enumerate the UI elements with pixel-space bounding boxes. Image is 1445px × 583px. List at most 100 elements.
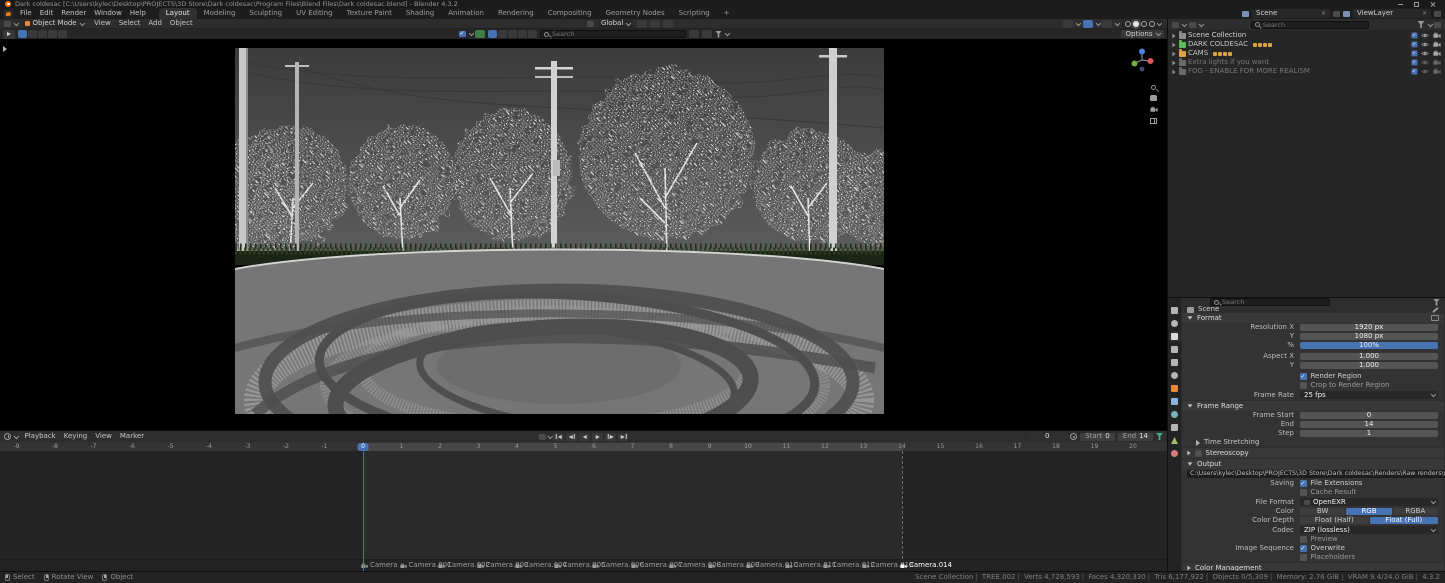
viewport-menu-item[interactable]: Object <box>166 20 197 27</box>
frame-step-field[interactable]: 1 <box>1300 430 1438 438</box>
output-path-field[interactable]: C:\Users\kylec\Desktop\PROJECTS\3D Store… <box>1187 470 1445 478</box>
tool-icon[interactable] <box>1432 306 1439 312</box>
shading-wireframe-icon[interactable] <box>1125 21 1131 27</box>
addon-mode-4-icon[interactable] <box>518 30 527 38</box>
viewport-3d[interactable] <box>0 39 1167 430</box>
playhead[interactable] <box>363 442 364 571</box>
color-depth-option[interactable]: Float (Half) <box>1300 517 1369 525</box>
shading-solid-icon[interactable] <box>1133 21 1139 27</box>
render-camera-icon[interactable] <box>1433 32 1441 39</box>
expand-icon[interactable] <box>1172 60 1175 65</box>
perspective-toggle-icon[interactable] <box>1150 118 1157 124</box>
hide-eye-icon[interactable] <box>1421 32 1429 39</box>
overlay-filter-icon[interactable] <box>702 30 712 38</box>
timeline-menu-item[interactable]: Playback <box>21 433 60 440</box>
outliner-filter-icon[interactable] <box>1418 21 1425 28</box>
color-mode-option[interactable]: BW <box>1300 508 1345 516</box>
resolution-x-field[interactable]: 1920 px <box>1300 324 1438 332</box>
render-camera-icon[interactable] <box>1433 59 1441 66</box>
object-tab[interactable] <box>1169 383 1181 394</box>
view-layer-tab[interactable] <box>1169 344 1181 355</box>
maximize-button[interactable] <box>1414 2 1419 7</box>
frame-start-field[interactable]: Start 0 <box>1080 433 1115 441</box>
bookmark-icon[interactable] <box>689 30 699 38</box>
gizmos-toggle-icon[interactable] <box>1063 20 1073 28</box>
shading-material-icon[interactable] <box>1141 21 1147 27</box>
Camera.014[interactable]: Camera.014 <box>900 562 952 569</box>
constraints-tab[interactable] <box>1169 422 1181 433</box>
workspace-tab[interactable]: + <box>717 8 737 20</box>
timeline-editor-icon[interactable] <box>4 433 11 440</box>
output-section-header[interactable]: Output <box>1182 459 1444 469</box>
frame-rate-dropdown[interactable]: 25 fps <box>1300 391 1438 399</box>
new-scene-icon[interactable] <box>1333 11 1340 17</box>
render-camera-icon[interactable] <box>1433 50 1441 57</box>
menu-item[interactable]: Render <box>57 8 90 19</box>
color-mode-option[interactable]: RGB <box>1346 508 1391 516</box>
outliner-row[interactable]: Scene Collection <box>1168 31 1445 40</box>
addon-palette-icon[interactable] <box>475 30 485 38</box>
expand-icon[interactable] <box>1172 51 1175 56</box>
file-extensions-checkbox[interactable] <box>1300 480 1307 487</box>
scene-selector[interactable]: Scene × <box>1252 9 1330 18</box>
timeline-filter-icon[interactable] <box>1156 433 1163 440</box>
workspace-tab[interactable]: Scripting <box>672 8 717 20</box>
outliner-search-input[interactable] <box>1263 21 1365 29</box>
expand-icon[interactable] <box>1172 69 1175 74</box>
hide-eye-icon[interactable] <box>1421 50 1429 57</box>
workspace-tab[interactable]: Rendering <box>491 8 541 20</box>
addon-mode-2-icon[interactable] <box>498 30 507 38</box>
previous-keyframe-button[interactable] <box>566 433 577 441</box>
properties-search-input[interactable] <box>1222 298 1326 306</box>
toolbar-expand-icon[interactable] <box>3 46 7 52</box>
zoom-tool-icon[interactable] <box>1151 85 1156 90</box>
mode-dropdown[interactable]: Object Mode <box>21 20 88 28</box>
tool-option-4-icon[interactable] <box>48 30 57 38</box>
modifiers-tab[interactable] <box>1169 396 1181 407</box>
frame-end-field[interactable]: 14 <box>1300 421 1438 429</box>
timeline-ruler[interactable]: -9-8-7-6-5-4-3-2-10123456789101112131415… <box>0 442 1167 451</box>
color-mode-option[interactable]: RGBA <box>1393 508 1438 516</box>
scene-tab[interactable] <box>1169 357 1181 368</box>
auto-keying-icon[interactable] <box>1070 433 1077 440</box>
addon-mode-1-icon[interactable] <box>488 30 497 38</box>
format-presets-icon[interactable] <box>1431 315 1439 321</box>
material-tab[interactable] <box>1169 448 1181 459</box>
close-button[interactable] <box>1430 1 1436 7</box>
tool-search[interactable] <box>540 30 686 38</box>
workspace-tab[interactable]: Modeling <box>197 8 243 20</box>
selectability-checkbox[interactable] <box>1411 69 1417 75</box>
render-camera-icon[interactable] <box>1433 68 1441 75</box>
menu-item[interactable]: Edit <box>36 8 58 19</box>
expand-icon[interactable] <box>1172 33 1175 38</box>
cache-result-checkbox[interactable] <box>1300 489 1307 496</box>
filter-icon[interactable] <box>715 31 722 38</box>
camera-view-icon[interactable] <box>1150 106 1158 113</box>
snapping-target-icon[interactable] <box>637 20 647 28</box>
selectability-checkbox[interactable] <box>1411 51 1417 57</box>
hide-eye-icon[interactable] <box>1421 68 1429 75</box>
workspace-tab[interactable]: UV Editing <box>289 8 340 20</box>
resolution-scale-slider[interactable]: 100% <box>1300 342 1438 350</box>
color-management-section-header[interactable]: Color Management <box>1182 563 1444 571</box>
outliner-row[interactable]: Extra lights if you want <box>1168 58 1445 67</box>
pan-tool-icon[interactable] <box>1150 95 1157 101</box>
timeline-menu-item[interactable]: Keying <box>60 433 92 440</box>
aspect-x-field[interactable]: 1.000 <box>1300 353 1438 361</box>
selectability-checkbox[interactable] <box>1411 60 1417 66</box>
object-data-tab[interactable] <box>1169 435 1181 446</box>
frame-start-field[interactable]: 0 <box>1300 412 1438 420</box>
menu-item[interactable]: Window <box>90 8 126 19</box>
tool-tab[interactable] <box>1169 305 1181 316</box>
tool-option-2-icon[interactable] <box>28 30 37 38</box>
codec-dropdown[interactable]: ZIP (lossless) <box>1300 526 1438 534</box>
expand-icon[interactable] <box>1172 42 1175 47</box>
viewport-menu-item[interactable]: Add <box>144 20 166 27</box>
xray-toggle-icon[interactable] <box>1102 20 1112 28</box>
time-stretching-subpanel[interactable]: Time Stretching <box>1182 438 1444 447</box>
properties-filter-icon[interactable] <box>1433 299 1440 306</box>
sync-mode-icon[interactable] <box>538 434 545 440</box>
overwrite-checkbox[interactable] <box>1300 545 1307 552</box>
viewlayer-selector[interactable]: ViewLayer × <box>1353 9 1431 18</box>
addon-toggle-icon[interactable] <box>459 31 466 38</box>
